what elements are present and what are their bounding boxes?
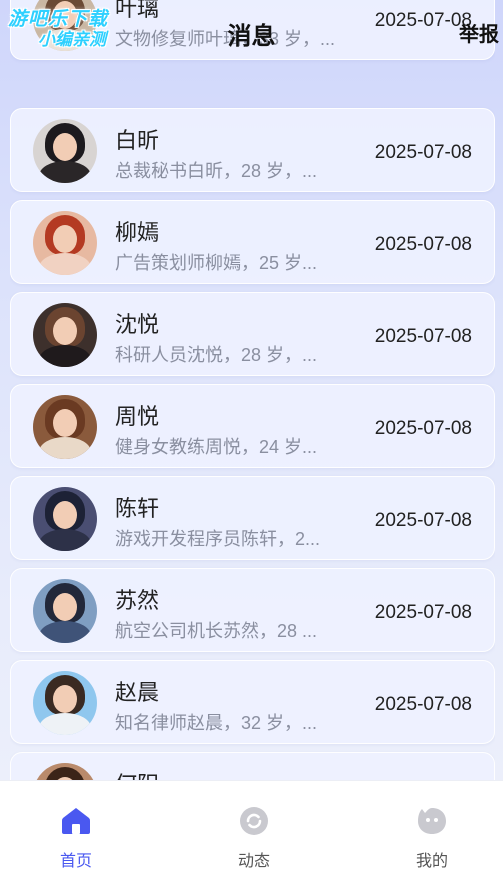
page-title: 消息 bbox=[227, 23, 276, 50]
message-date: 2025-07-08 bbox=[374, 142, 472, 163]
contact-name: 陈轩 bbox=[115, 496, 160, 521]
tab-profile[interactable]: 我的 bbox=[392, 805, 472, 871]
avatar bbox=[33, 211, 97, 275]
contact-name: 赵晨 bbox=[115, 680, 160, 705]
tab-home[interactable]: 首页 bbox=[36, 805, 116, 871]
contact-name: 何阳 bbox=[115, 767, 159, 780]
avatar bbox=[33, 579, 97, 643]
avatar bbox=[33, 395, 97, 459]
message-item[interactable]: 沈悦 科研人员沈悦，28 岁，... 2025-07-08 bbox=[10, 292, 495, 376]
message-list[interactable]: 叶璃 文物修复师叶璃，33 岁，... 2025-07-08 白昕 总裁秘书白昕… bbox=[10, 0, 495, 780]
report-button[interactable]: 举报 bbox=[459, 18, 499, 47]
message-preview: 健身女教练周悦，24 岁... bbox=[115, 437, 318, 457]
contact-name: 苏然 bbox=[115, 588, 160, 613]
message-date: 2025-07-08 bbox=[374, 602, 472, 623]
message-date: 2025-07-08 bbox=[374, 418, 472, 439]
contact-name: 白昕 bbox=[115, 128, 160, 153]
message-item[interactable]: 陈轩 游戏开发程序员陈轩，2... 2025-07-08 bbox=[10, 476, 495, 560]
moments-icon bbox=[240, 807, 268, 835]
tab-moments-label: 动态 bbox=[237, 853, 270, 870]
message-date: 2025-07-08 bbox=[374, 694, 472, 715]
message-item[interactable]: 白昕 总裁秘书白昕，28 岁，... 2025-07-08 bbox=[10, 108, 495, 192]
home-icon bbox=[62, 808, 90, 834]
bottom-tab-bar: 首页 动态 我的 bbox=[0, 780, 503, 878]
message-item[interactable]: 周悦 健身女教练周悦，24 岁... 2025-07-08 bbox=[10, 384, 495, 468]
message-preview: 航空公司机长苏然，28 ... bbox=[115, 621, 318, 641]
message-item[interactable]: 赵晨 知名律师赵晨，32 岁，... 2025-07-08 bbox=[10, 660, 495, 744]
tab-profile-label: 我的 bbox=[415, 853, 448, 870]
tab-moments[interactable]: 动态 bbox=[214, 805, 294, 871]
avatar bbox=[33, 487, 97, 551]
message-item[interactable]: 苏然 航空公司机长苏然，28 ... 2025-07-08 bbox=[10, 568, 495, 652]
message-preview: 科研人员沈悦，28 岁，... bbox=[115, 345, 318, 365]
message-preview: 总裁秘书白昕，28 岁，... bbox=[115, 161, 318, 181]
message-item[interactable]: 柳嫣 广告策划师柳嫣，25 岁... 2025-07-08 bbox=[10, 200, 495, 284]
profile-icon bbox=[418, 808, 446, 834]
message-date: 2025-07-08 bbox=[374, 326, 472, 347]
message-preview: 知名律师赵晨，32 岁，... bbox=[115, 713, 318, 733]
message-preview: 广告策划师柳嫣，25 岁... bbox=[115, 253, 318, 273]
avatar bbox=[33, 119, 97, 183]
message-date: 2025-07-08 bbox=[374, 234, 472, 255]
message-preview: 游戏开发程序员陈轩，2... bbox=[115, 529, 321, 549]
contact-name: 沈悦 bbox=[115, 312, 160, 337]
message-date: 2025-07-08 bbox=[374, 510, 472, 531]
tab-home-label: 首页 bbox=[59, 853, 92, 870]
contact-name: 周悦 bbox=[115, 404, 160, 429]
avatar bbox=[33, 671, 97, 735]
avatar bbox=[33, 303, 97, 367]
message-item[interactable]: 何阳 bbox=[10, 752, 495, 780]
avatar bbox=[33, 763, 97, 780]
contact-name: 柳嫣 bbox=[115, 220, 160, 245]
